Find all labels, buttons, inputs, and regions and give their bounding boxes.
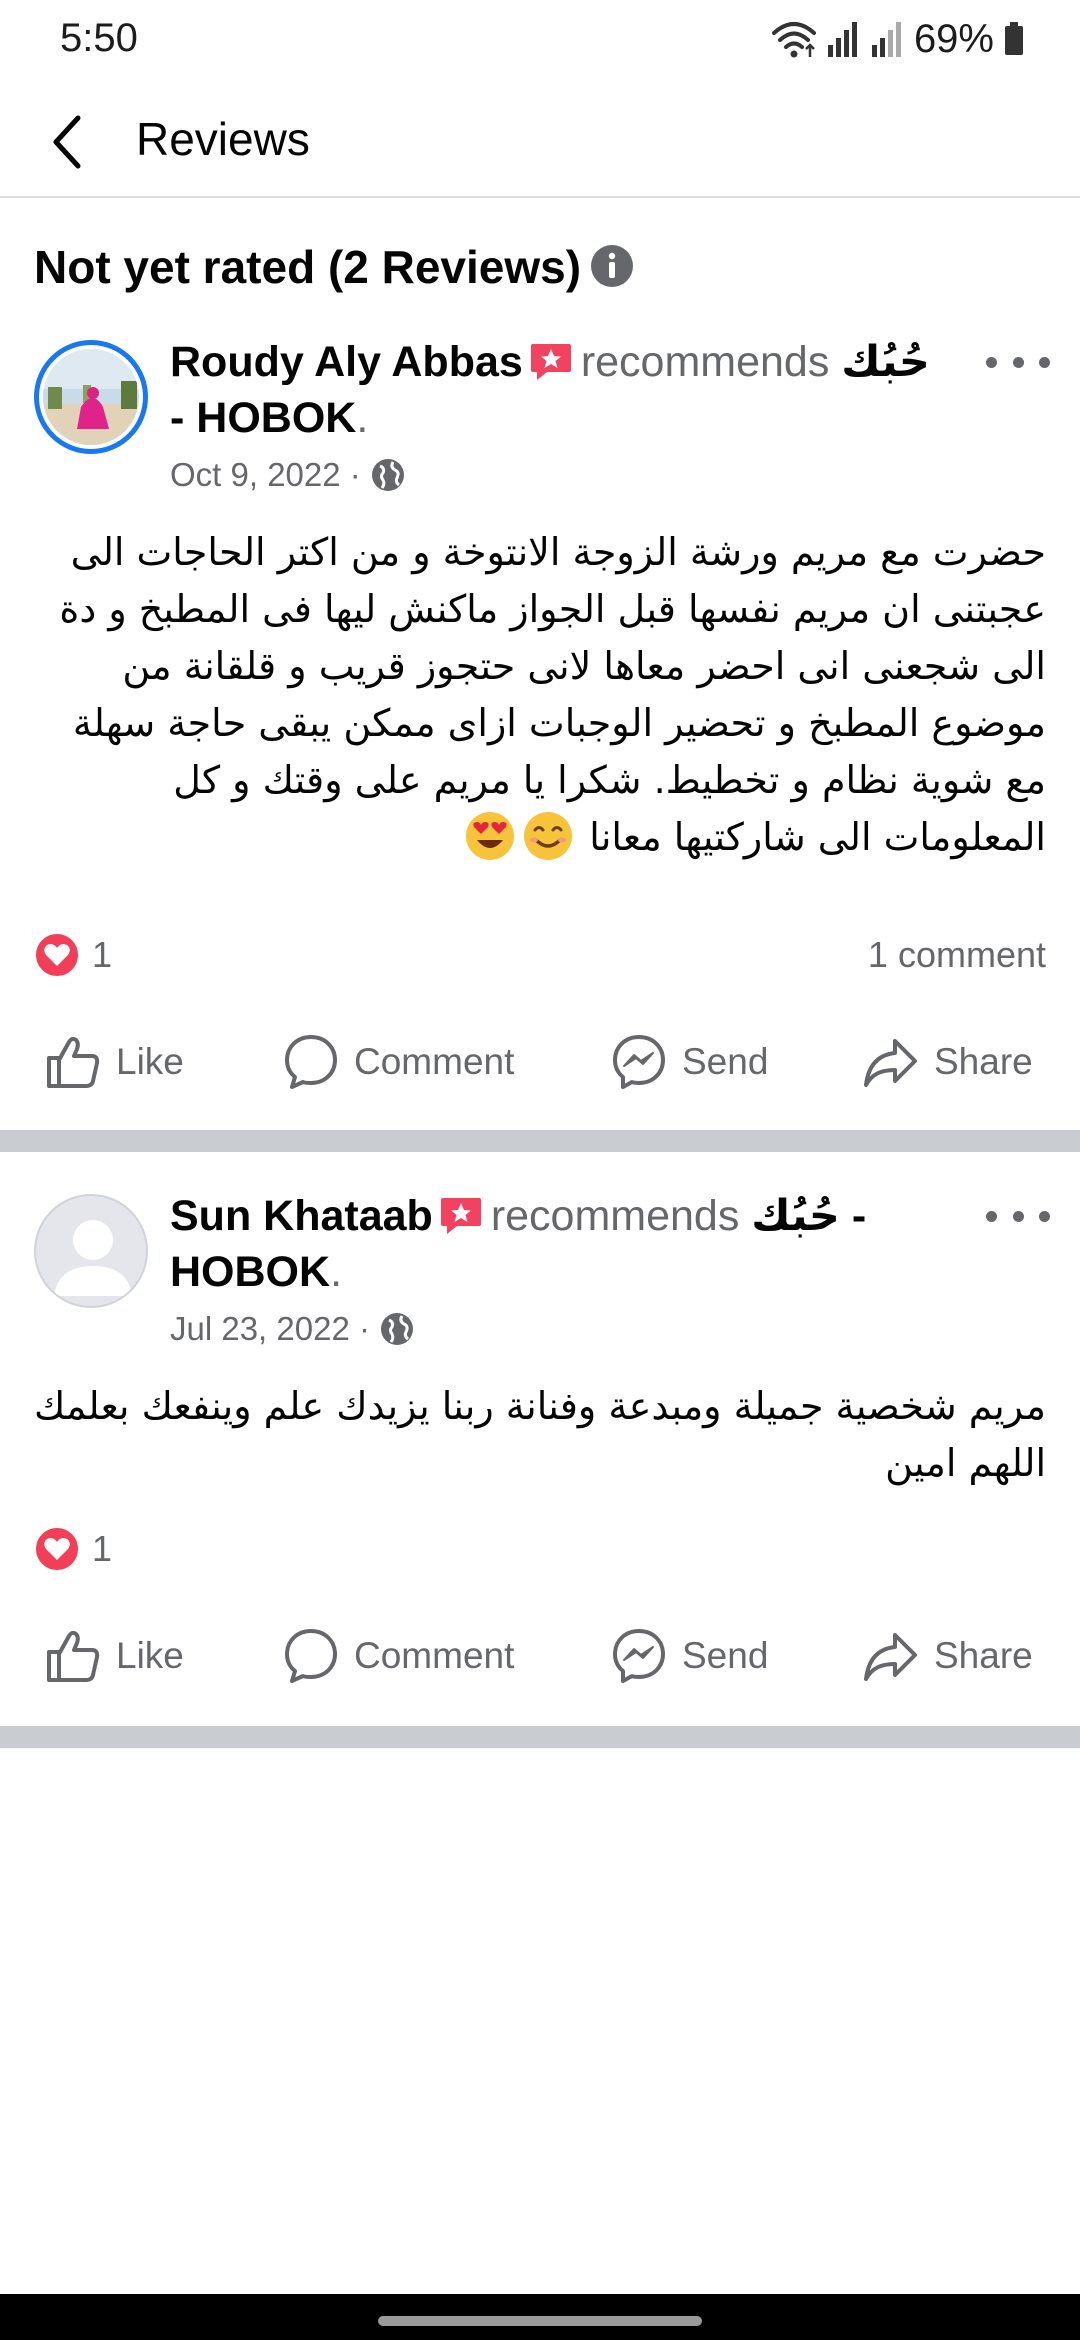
- wifi-icon: [771, 22, 816, 58]
- like-label: Like: [116, 1635, 184, 1676]
- profile-photo: [43, 349, 139, 445]
- send-button[interactable]: Send: [610, 1616, 768, 1696]
- review-meta: Jul 23, 2022 ·: [170, 1310, 414, 1348]
- review-header: Sun Khataab recommends حُبُك - HOBOK.: [170, 1188, 950, 1300]
- action-bar: Like Comment Send Share: [0, 1022, 1080, 1102]
- recommendation-badge-icon: [440, 1198, 481, 1234]
- app-header: Reviews: [0, 88, 1080, 198]
- recommends-label: recommends: [490, 1192, 740, 1240]
- love-reaction-icon: [34, 1526, 80, 1572]
- comment-bubble-icon: [285, 1035, 337, 1089]
- avatar[interactable]: [34, 340, 148, 454]
- love-reaction-icon: [34, 932, 80, 978]
- review-text: مريم شخصية جميلة ومبدعة وفنانة ربنا يزيد…: [34, 1378, 1046, 1492]
- globe-icon: [371, 459, 404, 491]
- review-text-content: مريم شخصية جميلة ومبدعة وفنانة ربنا يزيد…: [34, 1384, 1046, 1485]
- back-arrow-icon: [53, 115, 81, 169]
- send-label: Send: [682, 1041, 769, 1082]
- smiling-face-emoji-icon: [524, 812, 573, 860]
- review-date: Jul 23, 2022 ·: [170, 1310, 370, 1347]
- share-arrow-icon: [864, 1633, 917, 1681]
- reviewer-name[interactable]: Sun Khataab: [170, 1192, 433, 1240]
- recommends-label: recommends: [580, 338, 830, 386]
- reaction-count: 1: [92, 934, 113, 975]
- messenger-icon: [613, 1035, 665, 1089]
- heart-eyes-emoji-icon: [466, 812, 515, 860]
- like-label: Like: [116, 1041, 184, 1082]
- status-bar: 5:50 69%: [0, 0, 1080, 80]
- like-button[interactable]: Like: [44, 1616, 184, 1696]
- thumbs-up-icon: [47, 1630, 100, 1682]
- reviewer-name[interactable]: Roudy Aly Abbas: [170, 338, 523, 386]
- battery-icon: [1005, 22, 1023, 55]
- divider: [0, 1726, 1080, 1748]
- reactions-row: 1 1 comment: [34, 930, 1046, 980]
- share-arrow-icon: [864, 1039, 917, 1087]
- status-icons: 69%: [771, 14, 1024, 64]
- signal-icon: [827, 22, 857, 57]
- comment-label: Comment: [354, 1041, 515, 1082]
- status-time: 5:50: [60, 16, 138, 60]
- globe-icon: [380, 1313, 413, 1345]
- reaction-count: 1: [92, 1528, 113, 1569]
- section-title: Not yet rated (2 Reviews): [34, 241, 582, 293]
- review-header: Roudy Aly Abbas recommends حُبُك - HOBOK…: [170, 334, 950, 446]
- comment-label: Comment: [354, 1635, 515, 1676]
- messenger-icon: [613, 1629, 665, 1683]
- battery-percent: 69%: [913, 16, 994, 61]
- info-icon[interactable]: [590, 244, 634, 288]
- page-title: Reviews: [136, 113, 310, 165]
- share-label: Share: [934, 1635, 1033, 1676]
- action-bar: Like Comment Send Share: [0, 1616, 1080, 1696]
- send-button[interactable]: Send: [610, 1022, 768, 1102]
- send-label: Send: [682, 1635, 769, 1676]
- review-meta: Oct 9, 2022 ·: [170, 456, 405, 494]
- review-text: حضرت مع مريم ورشة الزوجة الانتوخة و من ا…: [34, 524, 1046, 866]
- avatar[interactable]: [34, 1194, 148, 1308]
- default-profile-icon: [54, 1220, 132, 1296]
- thumbs-up-icon: [47, 1036, 100, 1088]
- period: .: [330, 1248, 343, 1296]
- reactions-row: 1: [34, 1524, 1046, 1574]
- period: .: [356, 394, 369, 442]
- signal-icon-2: [871, 22, 901, 57]
- share-button[interactable]: Share: [862, 1616, 1033, 1696]
- recommendation-badge-icon: [530, 344, 571, 380]
- system-navigation-bar: [0, 2294, 1080, 2340]
- like-button[interactable]: Like: [44, 1022, 184, 1102]
- comment-button[interactable]: Comment: [282, 1022, 514, 1102]
- reaction-summary[interactable]: 1: [34, 1526, 112, 1572]
- more-options-button[interactable]: [986, 342, 1050, 382]
- divider: [0, 1130, 1080, 1152]
- share-button[interactable]: Share: [862, 1022, 1033, 1102]
- comment-button[interactable]: Comment: [282, 1616, 514, 1696]
- more-options-button[interactable]: [986, 1196, 1050, 1236]
- reaction-summary[interactable]: 1: [34, 932, 112, 978]
- back-button[interactable]: [36, 110, 100, 174]
- comment-count[interactable]: 1 comment: [868, 934, 1046, 976]
- share-label: Share: [934, 1041, 1033, 1082]
- review-date: Oct 9, 2022 ·: [170, 456, 361, 493]
- comment-bubble-icon: [285, 1629, 337, 1683]
- home-gesture-handle[interactable]: [378, 2316, 702, 2326]
